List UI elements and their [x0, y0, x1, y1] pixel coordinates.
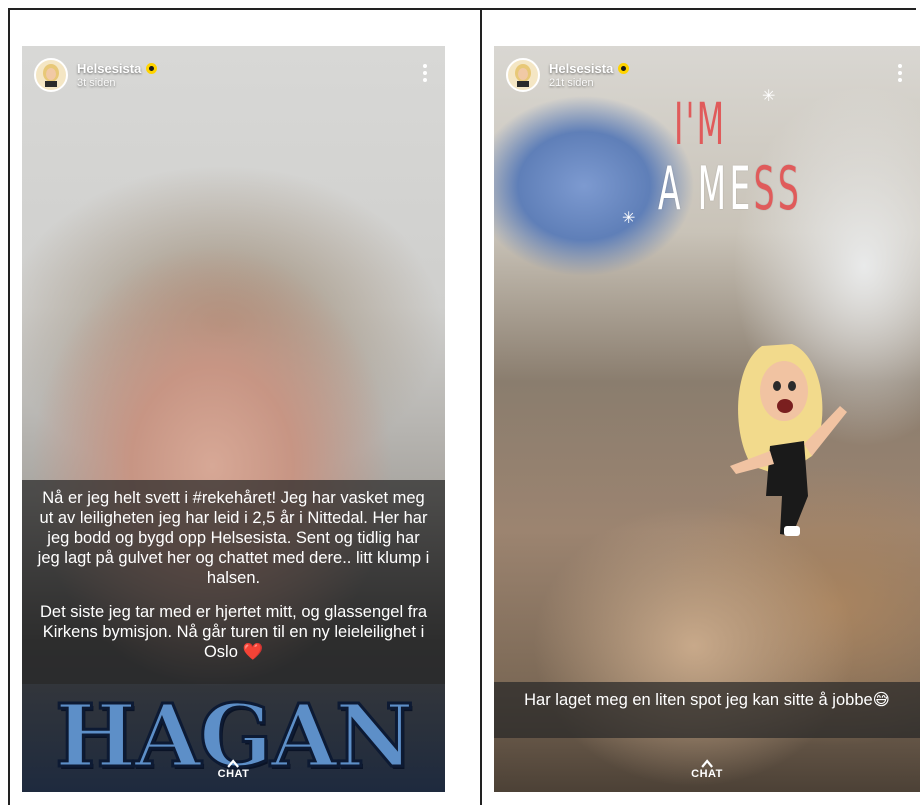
- story-header: Helsesista 3t siden: [34, 58, 158, 92]
- caption-paragraph-1: Nå er jeg helt svett i #rekehåret! Jeg h…: [37, 489, 430, 587]
- bitmoji-sticker: [730, 344, 847, 536]
- story-left[interactable]: Helsesista 3t siden Nå er jeg helt svett…: [22, 46, 445, 792]
- frame-top: [8, 8, 916, 10]
- username[interactable]: Helsesista: [77, 61, 141, 76]
- caption-text: Har laget meg en liten spot jeg kan sitt…: [524, 691, 890, 709]
- post-time: 3t siden: [77, 77, 116, 89]
- story-caption: Har laget meg en liten spot jeg kan sitt…: [494, 682, 920, 738]
- username[interactable]: Helsesista: [549, 61, 613, 76]
- story-right[interactable]: Helsesista 21t siden I'M A MESS ✳ ✳ Har …: [494, 46, 920, 792]
- sparkle-icon: ✳: [622, 210, 636, 227]
- story-header: Helsesista 21t siden: [506, 58, 630, 92]
- post-time: 21t siden: [549, 77, 594, 89]
- frame-divider: [480, 8, 482, 805]
- story-caption: Nå er jeg helt svett i #rekehåret! Jeg h…: [22, 480, 445, 684]
- more-vertical-icon[interactable]: [423, 64, 429, 82]
- im-mess-sticker-line2: A MESS: [658, 154, 803, 224]
- caption-paragraph-2: Det siste jeg tar med er hjertet mitt, o…: [39, 603, 427, 661]
- chat-label: CHAT: [217, 768, 250, 780]
- avatar[interactable]: [506, 58, 540, 92]
- frame-left: [8, 8, 10, 805]
- chat-button[interactable]: CHAT: [218, 758, 250, 780]
- bitmoji-avatar-icon: [515, 64, 531, 87]
- verified-badge-icon: [146, 63, 158, 74]
- chat-button[interactable]: CHAT: [691, 758, 723, 780]
- sparkle-icon: ✳: [762, 88, 776, 105]
- avatar[interactable]: [34, 58, 68, 92]
- im-mess-sticker-line1: I'M: [674, 90, 727, 158]
- more-vertical-icon[interactable]: [898, 64, 904, 82]
- chat-label: CHAT: [691, 768, 723, 780]
- verified-badge-icon: [618, 63, 630, 74]
- bitmoji-avatar-icon: [43, 64, 59, 87]
